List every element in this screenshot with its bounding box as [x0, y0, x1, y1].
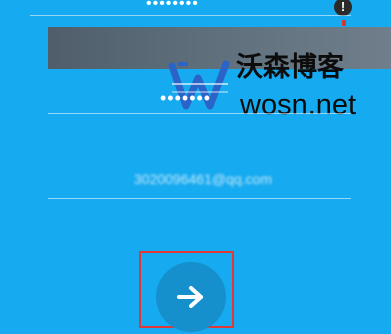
password-field[interactable]: ••••••• — [160, 88, 230, 108]
email-field[interactable]: 3020096461@qq.com — [88, 168, 318, 190]
divider-email — [48, 198, 351, 199]
divider-top — [30, 15, 351, 16]
password-mask-top: •••••••• — [146, 0, 199, 12]
watermark-title: 沃森博客 — [236, 52, 344, 83]
next-button[interactable] — [156, 262, 226, 332]
alert-pointer — [342, 20, 346, 26]
exclamation-circle-icon[interactable]: ! — [334, 0, 352, 16]
watermark-url: wosn.net — [240, 89, 357, 121]
arrow-right-icon — [177, 286, 203, 308]
divider-password — [48, 113, 351, 114]
